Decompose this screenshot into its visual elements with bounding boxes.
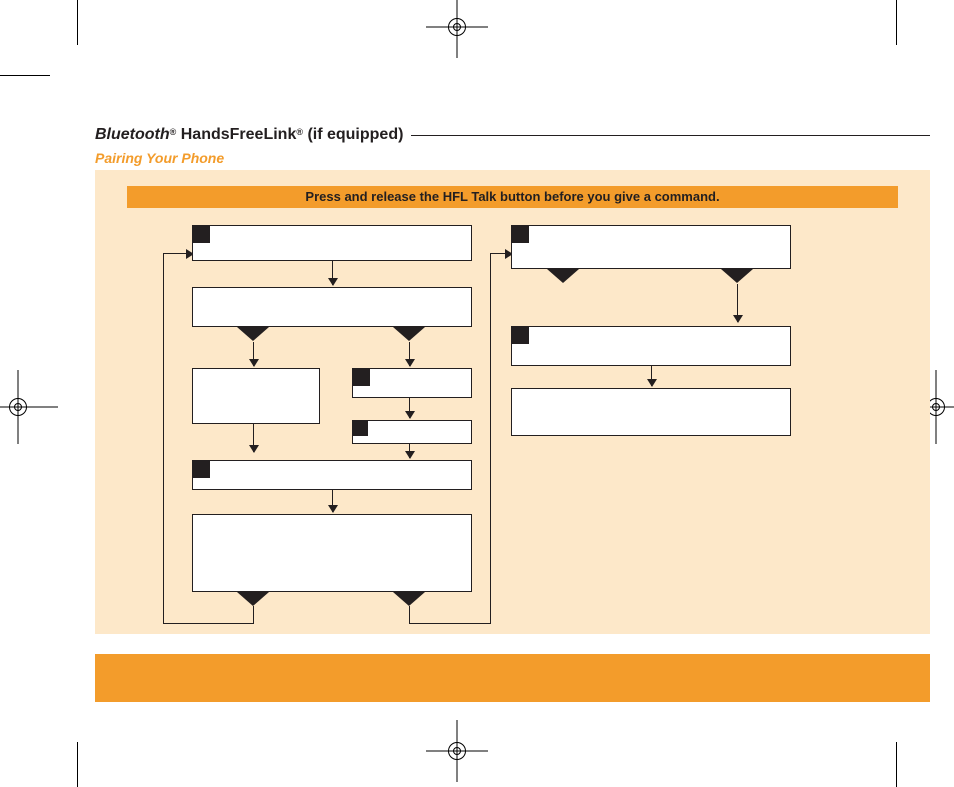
- connector-line: [409, 606, 410, 624]
- crop-mark-icon: [50, 735, 80, 765]
- arrow-icon: [409, 444, 410, 458]
- flow-box-command: [352, 368, 472, 398]
- flow-box-command: [511, 225, 791, 269]
- flow-box-prompt: [192, 514, 472, 592]
- command-tab-icon: [192, 225, 210, 243]
- arrow-icon: [409, 398, 410, 418]
- arrow-icon: [409, 342, 410, 366]
- command-tab-icon: [192, 460, 210, 478]
- connector-line: [163, 253, 164, 624]
- page-heading: Bluetooth® HandsFreeLink® (if equipped) …: [95, 126, 930, 166]
- content-panel: Press and release the HFL Talk button be…: [95, 170, 930, 634]
- footer-stripe: [95, 654, 930, 702]
- arrow-icon: [163, 253, 193, 254]
- arrow-icon: [737, 284, 738, 322]
- flow-box-prompt: [192, 287, 472, 327]
- flow-box-command: [192, 460, 472, 490]
- branch-icon: [237, 592, 269, 606]
- connector-line: [409, 623, 491, 624]
- branch-icon: [237, 327, 269, 341]
- crop-mark-icon: [50, 22, 80, 52]
- title-rule: [411, 135, 930, 136]
- arrow-icon: [490, 253, 512, 254]
- arrow-icon: [332, 490, 333, 512]
- flowchart: [95, 170, 930, 634]
- connector-line: [490, 253, 491, 624]
- arrow-icon: [651, 366, 652, 386]
- flow-box-command: [192, 225, 472, 261]
- branch-icon: [721, 269, 753, 283]
- command-tab-icon: [352, 368, 370, 386]
- arrow-icon: [332, 261, 333, 285]
- connector-line: [253, 606, 254, 624]
- flow-box-prompt: [511, 388, 791, 436]
- branch-icon: [393, 592, 425, 606]
- page-title: Bluetooth® HandsFreeLink® (if equipped): [95, 126, 403, 144]
- branch-icon: [393, 327, 425, 341]
- arrow-icon: [253, 424, 254, 452]
- command-tab-icon: [511, 326, 529, 344]
- command-tab-icon: [352, 420, 368, 436]
- arrow-icon: [253, 342, 254, 366]
- branch-icon: [547, 269, 579, 283]
- flow-box-command: [511, 326, 791, 366]
- registration-mark-icon: [0, 370, 58, 444]
- page-subtitle: Pairing Your Phone: [95, 150, 930, 166]
- flow-box-prompt: [192, 368, 320, 424]
- flow-box-command: [352, 420, 472, 444]
- command-tab-icon: [511, 225, 529, 243]
- connector-line: [163, 623, 253, 624]
